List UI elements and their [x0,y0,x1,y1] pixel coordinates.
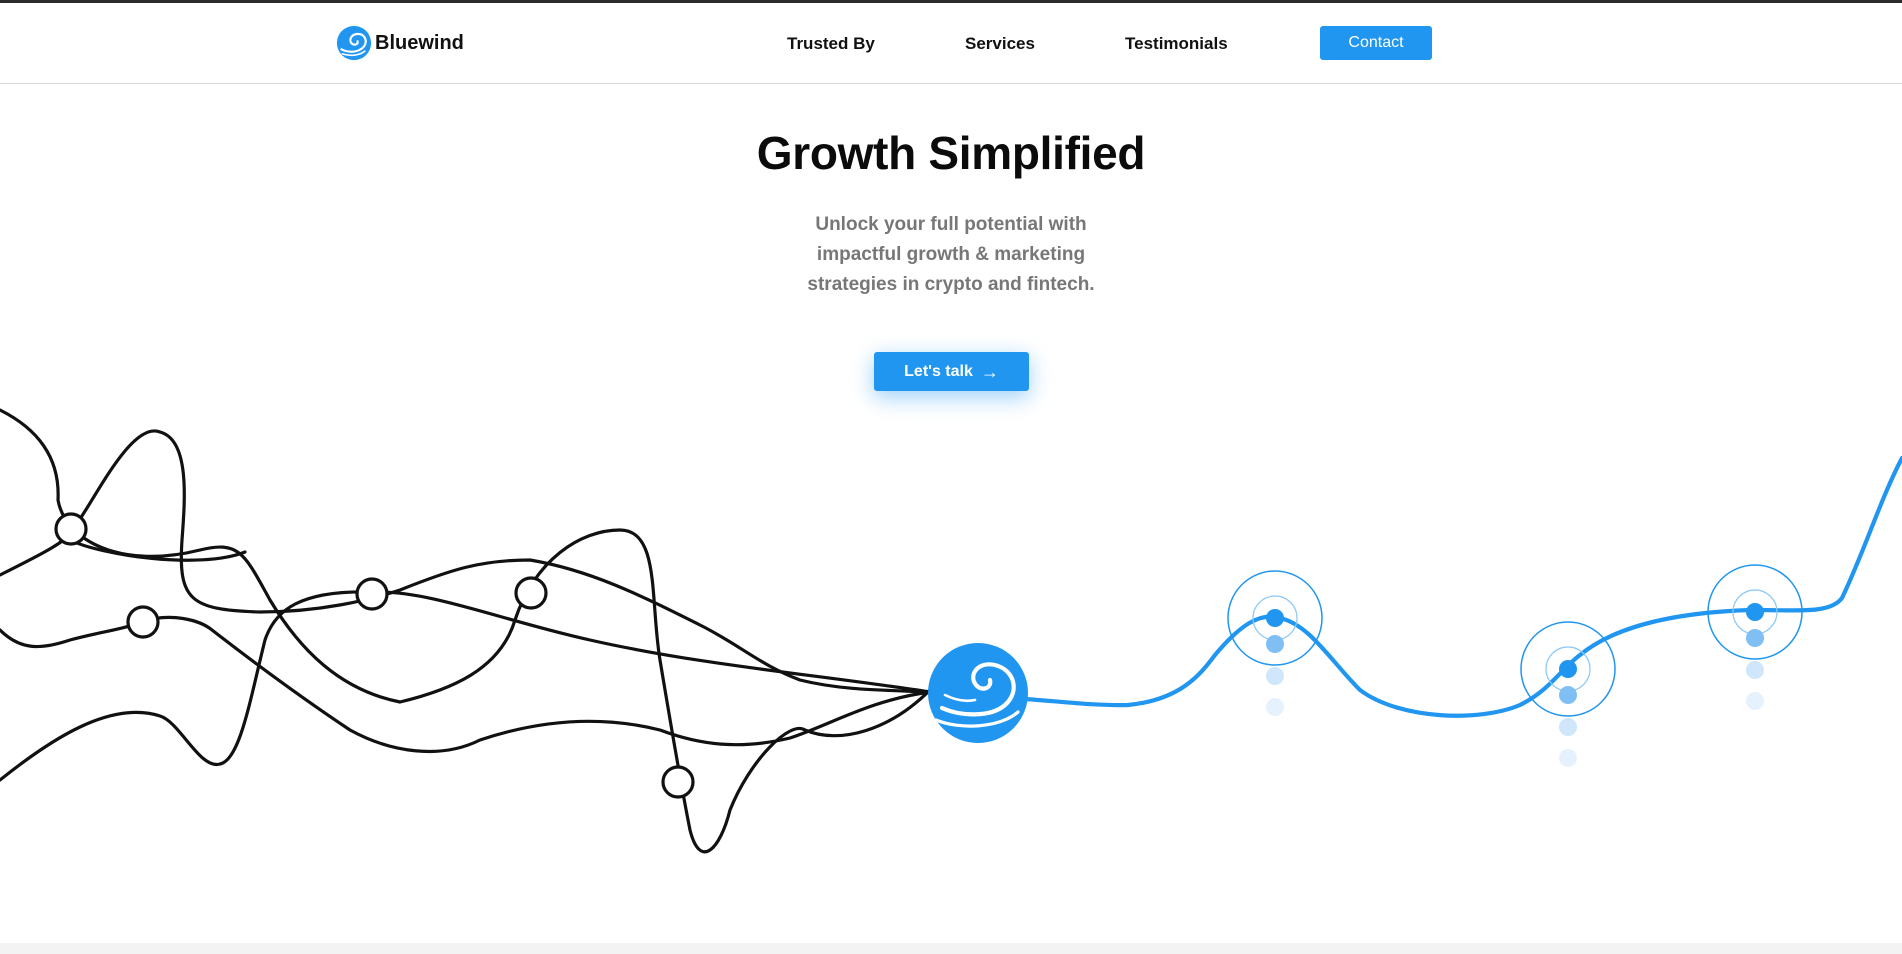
cta-label: Let's talk [904,362,973,380]
tangle-node [54,512,88,546]
nav-link-testimonials[interactable]: Testimonials [1125,34,1228,54]
growth-illustration [0,408,1902,854]
tangle-node [661,765,695,799]
brand-name: Bluewind [375,31,464,54]
hub-swirl-icon [928,643,1028,743]
contact-button[interactable]: Contact [1320,26,1432,60]
hero-title: Growth Simplified [756,127,1146,179]
arrow-right-icon: → [980,361,999,382]
navbar: Bluewind Trusted By Services Testimonial… [0,3,1902,84]
hero-subtitle: Unlock your full potential with impactfu… [807,214,1095,295]
growth-line [1007,455,1902,718]
tangle-node [126,605,160,639]
swirl-logo-icon [336,25,372,61]
tangle-node [514,576,548,610]
tangle-line-2 [0,429,932,694]
growth-node-1 [1227,570,1323,716]
growth-node-3 [1707,564,1803,710]
nav-link-services[interactable]: Services [965,34,1035,54]
next-section-strip [0,943,1902,954]
nav-link-trusted-by[interactable]: Trusted By [787,34,875,54]
brand-link[interactable]: Bluewind [336,24,464,62]
tangle-node [355,577,389,611]
